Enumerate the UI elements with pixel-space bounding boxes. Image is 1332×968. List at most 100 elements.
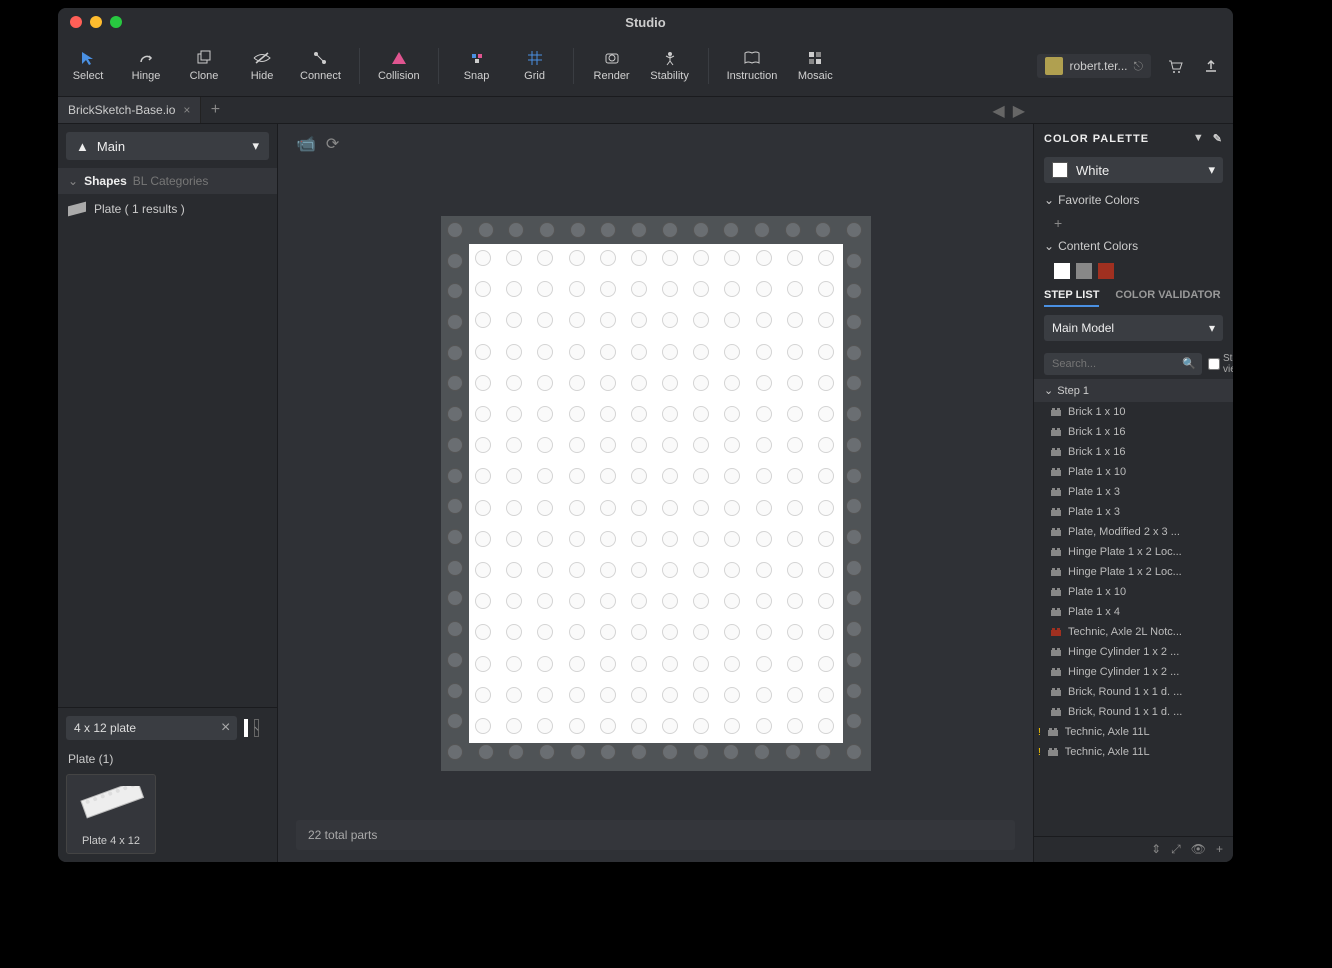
brick-icon	[1050, 527, 1062, 537]
step-item[interactable]: Hinge Plate 1 x 2 Loc...	[1034, 562, 1233, 582]
part-thumbnail[interactable]: Plate 4 x 12	[66, 774, 156, 854]
step-item-label: Technic, Axle 2L Notc...	[1068, 626, 1182, 638]
step-item[interactable]: Hinge Cylinder 1 x 2 ...	[1034, 662, 1233, 682]
eyedropper-icon[interactable]: ✎	[1213, 132, 1223, 145]
tool-hide[interactable]: Hide	[242, 50, 282, 82]
tool-stability[interactable]: Stability	[650, 50, 690, 82]
nav-prev-icon[interactable]: ◀	[992, 101, 1004, 121]
hinge-icon	[137, 50, 155, 66]
step-item[interactable]: Plate, Modified 2 x 3 ...	[1034, 522, 1233, 542]
plate-result-row[interactable]: Plate ( 1 results )	[58, 194, 277, 224]
step-item-label: Technic, Axle 11L	[1065, 726, 1150, 738]
step-item[interactable]: Brick, Round 1 x 1 d. ...	[1034, 682, 1233, 702]
brick-icon	[1050, 667, 1062, 677]
tool-collision[interactable]: Collision	[378, 50, 420, 82]
step-item[interactable]: Brick 1 x 10	[1034, 402, 1233, 422]
step-item-label: Brick 1 x 10	[1068, 406, 1125, 418]
grid-icon	[526, 50, 544, 66]
brick-icon	[1050, 567, 1062, 577]
favorite-colors-header[interactable]: ⌄ Favorite Colors	[1034, 187, 1233, 213]
render-icon	[603, 50, 621, 66]
model-icon: ▲	[76, 139, 89, 154]
add-step-icon[interactable]: +	[1216, 842, 1223, 857]
clear-search-icon[interactable]: ×	[221, 719, 230, 737]
shapes-tab[interactable]: Shapes	[84, 174, 127, 188]
content-color-swatch[interactable]	[1098, 263, 1114, 279]
step-item-label: Hinge Plate 1 x 2 Loc...	[1068, 546, 1182, 558]
view-grid-button[interactable]	[265, 719, 269, 737]
content-color-swatch[interactable]	[1054, 263, 1070, 279]
tool-mosaic[interactable]: Mosaic	[795, 50, 835, 82]
step-item[interactable]: Plate 1 x 10	[1034, 462, 1233, 482]
categories-tab[interactable]: BL Categories	[133, 174, 209, 188]
chevron-down-icon: ⌄	[68, 174, 78, 188]
rotate-icon[interactable]: ⟳	[326, 134, 339, 154]
brick-icon	[1050, 547, 1062, 557]
main-selector[interactable]: ▲Main ▾	[66, 132, 269, 160]
brick-icon	[1050, 607, 1062, 617]
step-item-label: Hinge Cylinder 1 x 2 ...	[1068, 646, 1179, 658]
tool-connect[interactable]: Connect	[300, 50, 341, 82]
tabbar: BrickSketch-Base.io × + ◀ ▶	[58, 96, 1233, 124]
visibility-icon[interactable]: 👁	[1191, 842, 1206, 857]
snap-icon	[468, 50, 486, 66]
upload-button[interactable]	[1199, 54, 1223, 78]
color-selector[interactable]: White ▾	[1044, 157, 1223, 183]
step-item[interactable]: Hinge Cylinder 1 x 2 ...	[1034, 642, 1233, 662]
expand-icon[interactable]: ⤢	[1171, 842, 1181, 857]
step-item[interactable]: Brick 1 x 16	[1034, 422, 1233, 442]
brick-icon	[1050, 487, 1062, 497]
plate-icon	[68, 202, 86, 217]
tab-color-validator[interactable]: COLOR VALIDATOR	[1115, 289, 1220, 307]
step-item[interactable]: Brick, Round 1 x 1 d. ...	[1034, 702, 1233, 722]
chevron-down-icon: ▾	[1209, 321, 1215, 335]
step-item-label: Brick, Round 1 x 1 d. ...	[1068, 686, 1182, 698]
new-tab-button[interactable]: +	[201, 97, 229, 123]
brick-icon	[1050, 507, 1062, 517]
step-search-input[interactable]	[1044, 353, 1202, 375]
add-favorite-button[interactable]: +	[1034, 213, 1233, 233]
content-colors-header[interactable]: ⌄ Content Colors	[1034, 233, 1233, 259]
instruction-icon	[743, 50, 761, 66]
step-header[interactable]: ⌄ Step 1	[1034, 379, 1233, 402]
clone-icon	[195, 50, 213, 66]
cart-button[interactable]	[1163, 54, 1187, 78]
tool-select[interactable]: Select	[68, 50, 108, 82]
palette-fill-icon[interactable]: ▼	[1193, 132, 1205, 145]
tool-snap[interactable]: Snap	[457, 50, 497, 82]
step-item[interactable]: !Technic, Axle 11L	[1034, 742, 1233, 762]
step-item-label: Plate 1 x 4	[1068, 606, 1120, 618]
step-item[interactable]: Plate 1 x 10	[1034, 582, 1233, 602]
close-tab-icon[interactable]: ×	[183, 103, 190, 117]
result-header: Plate (1)	[66, 748, 269, 770]
step-item[interactable]: !Technic, Axle 11L	[1034, 722, 1233, 742]
step-item-label: Hinge Cylinder 1 x 2 ...	[1068, 666, 1179, 678]
step-item[interactable]: Brick 1 x 16	[1034, 442, 1233, 462]
step-item[interactable]: Plate 1 x 4	[1034, 602, 1233, 622]
part-search-input[interactable]	[66, 716, 237, 740]
step-item-label: Plate 1 x 3	[1068, 486, 1120, 498]
file-tab[interactable]: BrickSketch-Base.io ×	[58, 97, 201, 123]
color-filter-white[interactable]	[244, 719, 248, 737]
tool-grid[interactable]: Grid	[515, 50, 555, 82]
step-item[interactable]: Technic, Axle 2L Notc...	[1034, 622, 1233, 642]
chevron-down-icon: ▾	[252, 138, 259, 154]
step-item[interactable]: Plate 1 x 3	[1034, 482, 1233, 502]
content-color-swatch[interactable]	[1076, 263, 1092, 279]
step-view-toggle[interactable]: Step view	[1208, 353, 1233, 375]
user-chip[interactable]: robert.ter... ⎋	[1037, 54, 1151, 78]
tool-instruction[interactable]: Instruction	[727, 50, 778, 82]
model-selector[interactable]: Main Model ▾	[1044, 315, 1223, 341]
tool-hinge[interactable]: Hinge	[126, 50, 166, 82]
tool-clone[interactable]: Clone	[184, 50, 224, 82]
step-item[interactable]: Hinge Plate 1 x 2 Loc...	[1034, 542, 1233, 562]
canvas[interactable]	[441, 216, 871, 771]
step-item[interactable]: Plate 1 x 3	[1034, 502, 1233, 522]
tool-render[interactable]: Render	[592, 50, 632, 82]
step-item-label: Technic, Axle 11L	[1065, 746, 1150, 758]
color-filter-none[interactable]	[254, 719, 259, 737]
tab-step-list[interactable]: STEP LIST	[1044, 289, 1099, 307]
collapse-icon[interactable]: ⇕	[1151, 842, 1161, 857]
camera-icon[interactable]: 📹	[296, 134, 316, 154]
nav-next-icon[interactable]: ▶	[1013, 101, 1025, 121]
